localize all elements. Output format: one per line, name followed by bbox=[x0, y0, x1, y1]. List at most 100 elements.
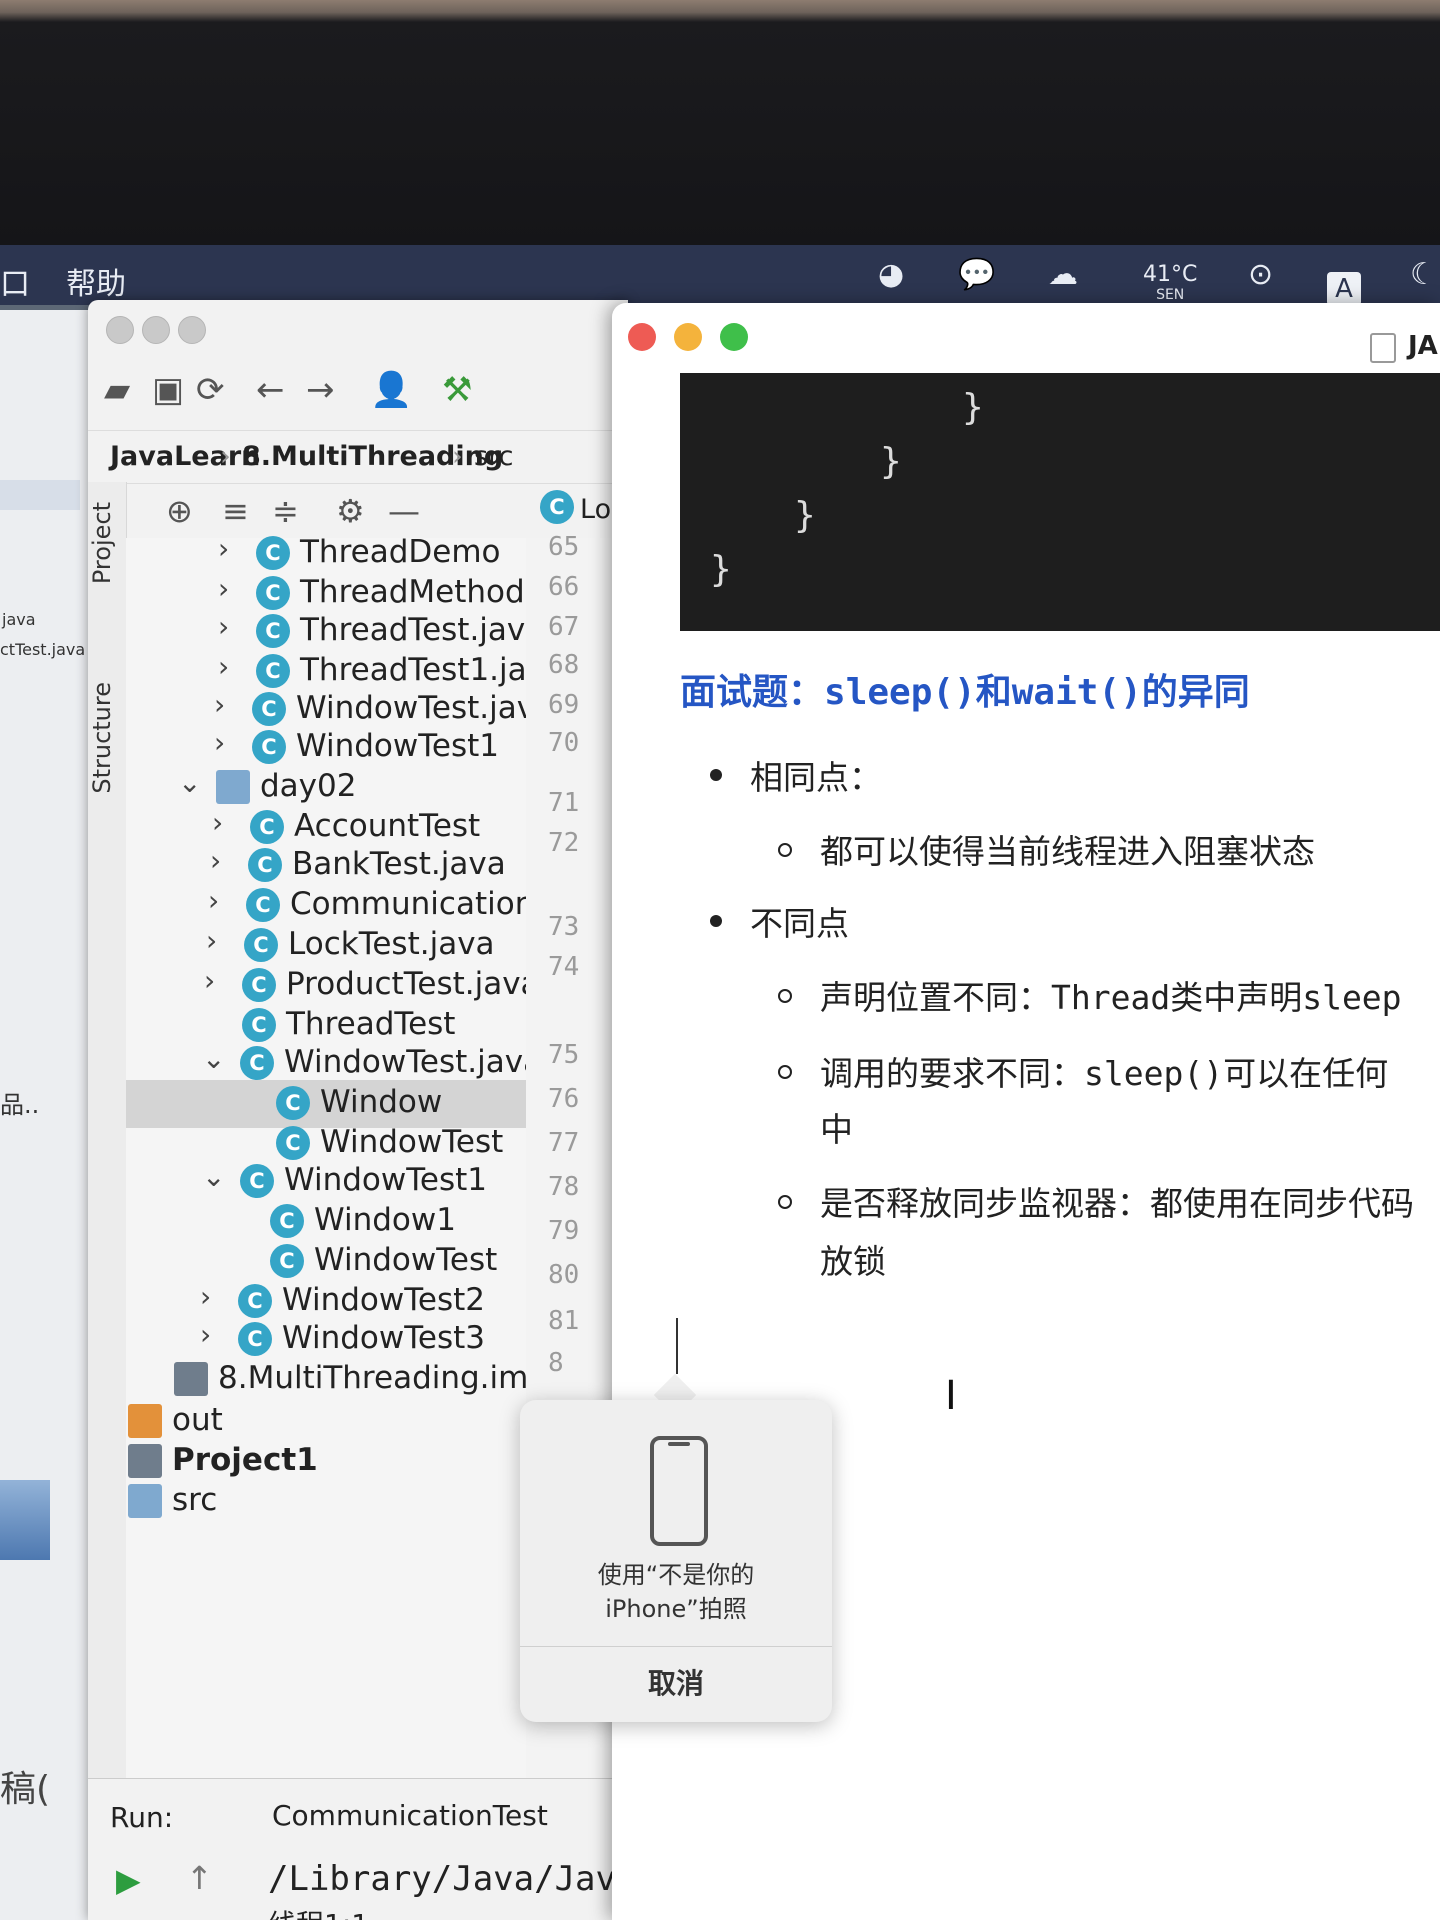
minimize-button[interactable] bbox=[674, 323, 702, 351]
tree-row-label: AccountTest bbox=[294, 808, 481, 844]
diff-item-3-cont: 放锁 bbox=[820, 1242, 886, 1281]
popover-message: 使用“不是你的 iPhone”拍照 bbox=[520, 1558, 832, 1626]
close-button[interactable] bbox=[106, 316, 134, 344]
chevron-right-icon[interactable]: › bbox=[204, 964, 215, 997]
forward-icon[interactable]: → bbox=[306, 370, 335, 410]
diff-item-1: 声明位置不同：Thread类中声明sleep bbox=[820, 971, 1402, 1019]
breadcrumb-item[interactable]: JavaLearn bbox=[110, 441, 260, 472]
chevron-right-icon[interactable]: › bbox=[212, 806, 223, 839]
close-button[interactable] bbox=[628, 323, 656, 351]
moon-icon[interactable]: ☾ bbox=[1410, 257, 1437, 292]
diff-item-2: 调用的要求不同：sleep()可以在任何 bbox=[820, 1047, 1388, 1095]
tree-row-label: ThreadDemo bbox=[300, 534, 501, 570]
build-hammer-icon[interactable]: ⚒ bbox=[442, 370, 472, 410]
code-line: } bbox=[710, 549, 732, 590]
tree-row[interactable]: 8.MultiThreading.iml bbox=[126, 1356, 526, 1404]
breadcrumb-item[interactable]: src bbox=[474, 441, 513, 472]
gear-icon[interactable]: ⚙ bbox=[336, 492, 365, 530]
chevron-right-icon[interactable]: › bbox=[214, 688, 225, 721]
line-number: 68 bbox=[548, 650, 580, 680]
bg-text: 品.. bbox=[0, 1091, 40, 1119]
play-circle-icon[interactable]: ⊙ bbox=[1248, 257, 1273, 292]
tree-row-label: ProductTest.java bbox=[286, 966, 526, 1002]
code-line: } bbox=[962, 387, 984, 428]
tree-row-label: out bbox=[172, 1402, 223, 1438]
breadcrumb-item[interactable]: 8.MultiThreading bbox=[242, 441, 503, 472]
continuity-camera-popover: 使用“不是你的 iPhone”拍照 取消 bbox=[520, 1400, 832, 1722]
browser-icon[interactable]: ◕ bbox=[878, 257, 904, 292]
input-method-indicator[interactable]: A bbox=[1327, 272, 1361, 306]
project-tab[interactable]: Project bbox=[88, 502, 116, 584]
class-icon: C bbox=[540, 490, 574, 524]
tree-row[interactable]: ⌄src bbox=[126, 1478, 526, 1526]
class-icon: C bbox=[242, 968, 276, 1002]
chevron-down-icon[interactable]: ⌄ bbox=[202, 1160, 225, 1193]
chevron-right-icon[interactable]: › bbox=[218, 572, 229, 605]
chevron-right-icon[interactable]: › bbox=[214, 726, 225, 759]
code-block[interactable]: } } } } bbox=[680, 373, 1440, 631]
divider bbox=[520, 1646, 832, 1647]
expand-all-icon[interactable]: ≡ bbox=[222, 492, 249, 530]
chevron-right-icon[interactable]: › bbox=[208, 884, 219, 917]
wechat-icon[interactable]: 💬 bbox=[958, 257, 995, 292]
collapse-all-icon[interactable]: ≑ bbox=[272, 492, 299, 530]
console-path: /Library/Java/Java bbox=[268, 1859, 628, 1899]
weather-widget[interactable]: 41°C SEN bbox=[1143, 264, 1197, 305]
tree-row-label: BankTest.java bbox=[292, 846, 506, 882]
text-caret bbox=[676, 1318, 678, 1374]
tree-row-label: Project1 bbox=[172, 1442, 318, 1478]
line-number: 8 bbox=[548, 1348, 564, 1378]
play-icon[interactable]: ▶ bbox=[116, 1861, 141, 1899]
sub-bullet bbox=[778, 1065, 792, 1079]
chevron-right-icon[interactable]: › bbox=[210, 844, 221, 877]
tree-row-label: WindowTest bbox=[320, 1124, 504, 1160]
back-icon[interactable]: ← bbox=[256, 370, 285, 410]
run-config-tab[interactable]: CommunicationTest bbox=[272, 1799, 548, 1832]
class-icon: C bbox=[276, 1086, 310, 1120]
chevron-right-icon[interactable]: › bbox=[200, 1318, 211, 1351]
chevron-right-icon[interactable]: › bbox=[218, 610, 229, 643]
project-tree: › C ThreadDemo › C ThreadMethod › C ThreadTest.j… bbox=[126, 532, 526, 1778]
line-number: 71 bbox=[548, 788, 580, 818]
bg-text: 稿( bbox=[0, 1769, 51, 1810]
menu-help[interactable]: 帮助 bbox=[66, 259, 126, 303]
section-heading: 面试题：sleep()和wait()的异同 bbox=[680, 663, 1250, 715]
folder-icon bbox=[128, 1484, 162, 1518]
run-label: Run: bbox=[110, 1801, 174, 1834]
class-icon: C bbox=[256, 654, 290, 688]
class-icon: C bbox=[246, 888, 280, 922]
chevron-right-icon[interactable]: › bbox=[218, 532, 229, 565]
chevron-down-icon[interactable]: ⌄ bbox=[202, 1042, 225, 1075]
chevron-right-icon[interactable]: › bbox=[200, 1280, 211, 1313]
cancel-button[interactable]: 取消 bbox=[520, 1662, 832, 1702]
bg-text: java bbox=[2, 610, 36, 629]
hide-icon[interactable]: — bbox=[388, 492, 420, 530]
tree-row-label: src bbox=[172, 1482, 218, 1518]
tree-row-label: Window bbox=[320, 1084, 443, 1120]
tree-row-label: ThreadTest bbox=[286, 1006, 456, 1042]
chevron-down-icon[interactable]: ⌄ bbox=[178, 766, 201, 799]
class-icon: C bbox=[270, 1244, 304, 1278]
menu-fragment[interactable]: 口 bbox=[0, 259, 30, 303]
zoom-button[interactable] bbox=[178, 316, 206, 344]
structure-tab[interactable]: Structure bbox=[88, 682, 116, 794]
cloud-icon[interactable]: ☁ bbox=[1048, 257, 1078, 292]
open-folder-icon[interactable]: ▰ bbox=[104, 370, 130, 410]
popover-line: iPhone”拍照 bbox=[605, 1595, 747, 1623]
sub-bullet bbox=[778, 843, 792, 857]
minimize-button[interactable] bbox=[142, 316, 170, 344]
chevron-right-icon[interactable]: › bbox=[206, 924, 217, 957]
zoom-button[interactable] bbox=[720, 323, 748, 351]
arrow-up-icon[interactable]: ↑ bbox=[186, 1859, 213, 1897]
sync-icon[interactable]: ⟳ bbox=[196, 370, 225, 410]
diff-label: 不同点 bbox=[750, 904, 849, 943]
diff-item-2-b: sleep()可以在任何 bbox=[1084, 1054, 1389, 1093]
locate-icon[interactable]: ⊕ bbox=[166, 492, 193, 530]
tool-window-strip: Project Structure bbox=[88, 482, 127, 1782]
user-icon[interactable]: 👤 bbox=[370, 370, 412, 410]
chevron-right-icon[interactable]: › bbox=[218, 650, 229, 683]
ibeam-cursor-icon: I bbox=[945, 1373, 957, 1419]
line-number: 75 bbox=[548, 1040, 580, 1070]
save-icon[interactable]: ▣ bbox=[152, 370, 184, 410]
folder-icon bbox=[128, 1404, 162, 1438]
